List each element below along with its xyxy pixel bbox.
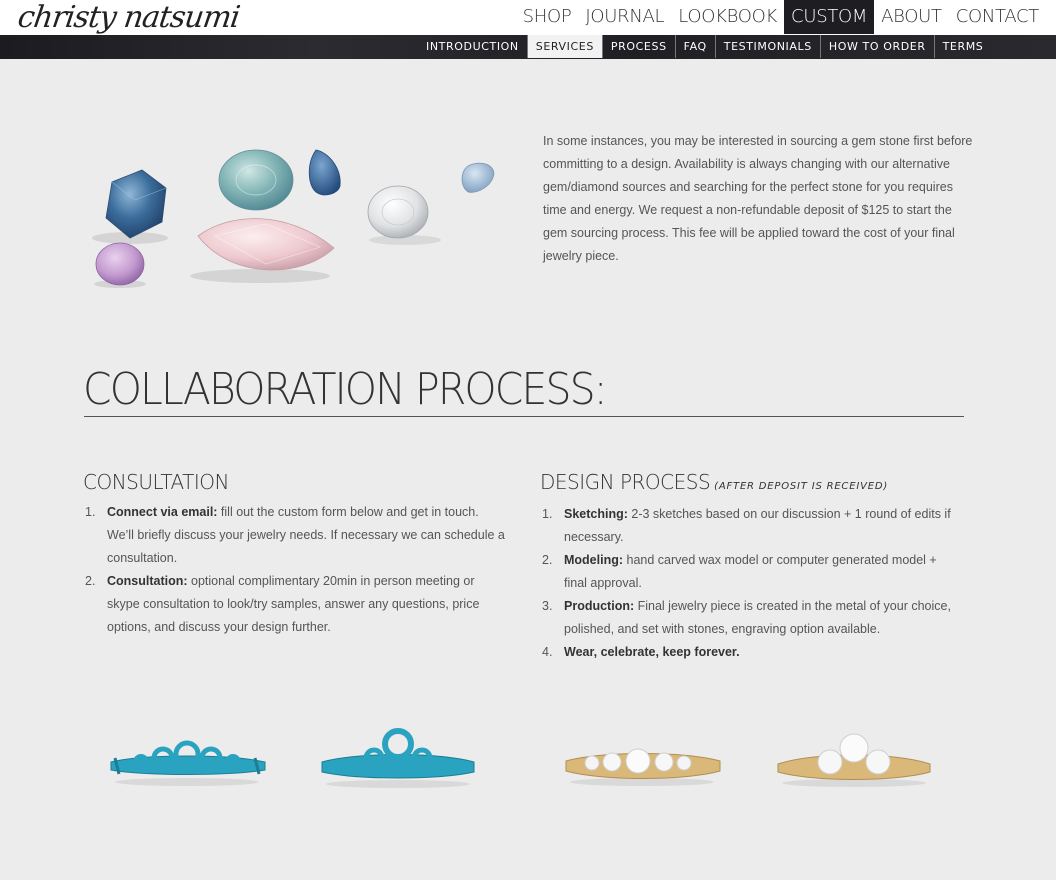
- design-process-note: (AFTER DEPOSIT IS RECEIVED): [714, 481, 889, 492]
- consultation-title: CONSULTATION: [83, 470, 230, 494]
- nav-custom[interactable]: CUSTOM: [784, 0, 875, 34]
- nav-journal[interactable]: JOURNAL: [578, 0, 671, 34]
- nav-contact[interactable]: CONTACT: [949, 0, 1046, 34]
- subnav-services[interactable]: SERVICES: [527, 35, 603, 58]
- wax-ring-illustration: [321, 728, 475, 788]
- gold-ring-illustration: [565, 748, 721, 786]
- nav-shop[interactable]: SHOP: [516, 0, 579, 34]
- gemstones-image: [80, 130, 520, 300]
- design-process-title-text: DESIGN PROCESS: [540, 470, 711, 494]
- step-number: 3.: [542, 599, 553, 613]
- nav-about[interactable]: ABOUT: [874, 0, 949, 34]
- gemstones-illustration: [92, 149, 495, 288]
- step-label: Modeling:: [564, 553, 624, 567]
- step-number: 4.: [542, 645, 553, 659]
- subnav-terms[interactable]: TERMS: [935, 35, 992, 58]
- list-item: 2. Modeling: hand carved wax model or co…: [542, 549, 962, 595]
- consultation-title-text: CONSULTATION: [83, 470, 230, 494]
- step-label: Consultation:: [107, 574, 188, 588]
- nav-lookbook[interactable]: LOOKBOOK: [671, 0, 784, 34]
- section-title: COLLABORATION PROCESS:: [83, 364, 607, 415]
- list-item: 1. Sketching: 2-3 sketches based on our …: [542, 503, 962, 549]
- section-divider: [84, 416, 964, 417]
- gold-ring-illustration: [777, 733, 931, 787]
- step-number: 1.: [85, 505, 96, 519]
- step-number: 1.: [542, 507, 553, 521]
- logo[interactable]: christy natsumi: [15, 0, 242, 36]
- wax-ring-illustration: [110, 740, 266, 786]
- step-number: 2.: [542, 553, 553, 567]
- wax-model-ring-image-1: [105, 730, 270, 790]
- subnav-introduction[interactable]: INTRODUCTION: [418, 35, 528, 58]
- consultation-steps: 1. Connect via email: fill out the custo…: [85, 501, 505, 639]
- list-item: 1. Connect via email: fill out the custo…: [85, 501, 505, 570]
- design-process-title: DESIGN PROCESS (AFTER DEPOSIT IS RECEIVED…: [540, 470, 888, 494]
- step-label: Sketching:: [564, 507, 628, 521]
- gold-ring-image-2: [774, 728, 934, 790]
- step-label: Wear, celebrate, keep forever.: [564, 645, 740, 659]
- list-item: 3. Production: Final jewelry piece is cr…: [542, 595, 962, 641]
- subnav-how-to-order[interactable]: HOW TO ORDER: [821, 35, 935, 58]
- subnav-testimonials[interactable]: TESTIMONIALS: [716, 35, 821, 58]
- main-nav: SHOP JOURNAL LOOKBOOK CUSTOM ABOUT CONTA…: [516, 0, 1046, 35]
- subnav-faq[interactable]: FAQ: [676, 35, 716, 58]
- step-label: Connect via email:: [107, 505, 218, 519]
- step-number: 2.: [85, 574, 96, 588]
- list-item: 4. Wear, celebrate, keep forever.: [542, 641, 962, 664]
- sub-nav: INTRODUCTION SERVICES PROCESS FAQ TESTIM…: [418, 35, 991, 59]
- sub-nav-bar: INTRODUCTION SERVICES PROCESS FAQ TESTIM…: [0, 35, 1056, 59]
- subnav-process[interactable]: PROCESS: [603, 35, 676, 58]
- design-process-steps: 1. Sketching: 2-3 sketches based on our …: [542, 503, 962, 664]
- list-item: 2. Consultation: optional complimentary …: [85, 570, 505, 639]
- top-bar: christy natsumi SHOP JOURNAL LOOKBOOK CU…: [0, 0, 1056, 35]
- wax-model-ring-image-2: [318, 722, 478, 792]
- gem-sourcing-paragraph: In some instances, you may be interested…: [543, 134, 973, 263]
- gold-ring-image-1: [562, 735, 724, 790]
- step-label: Production:: [564, 599, 635, 613]
